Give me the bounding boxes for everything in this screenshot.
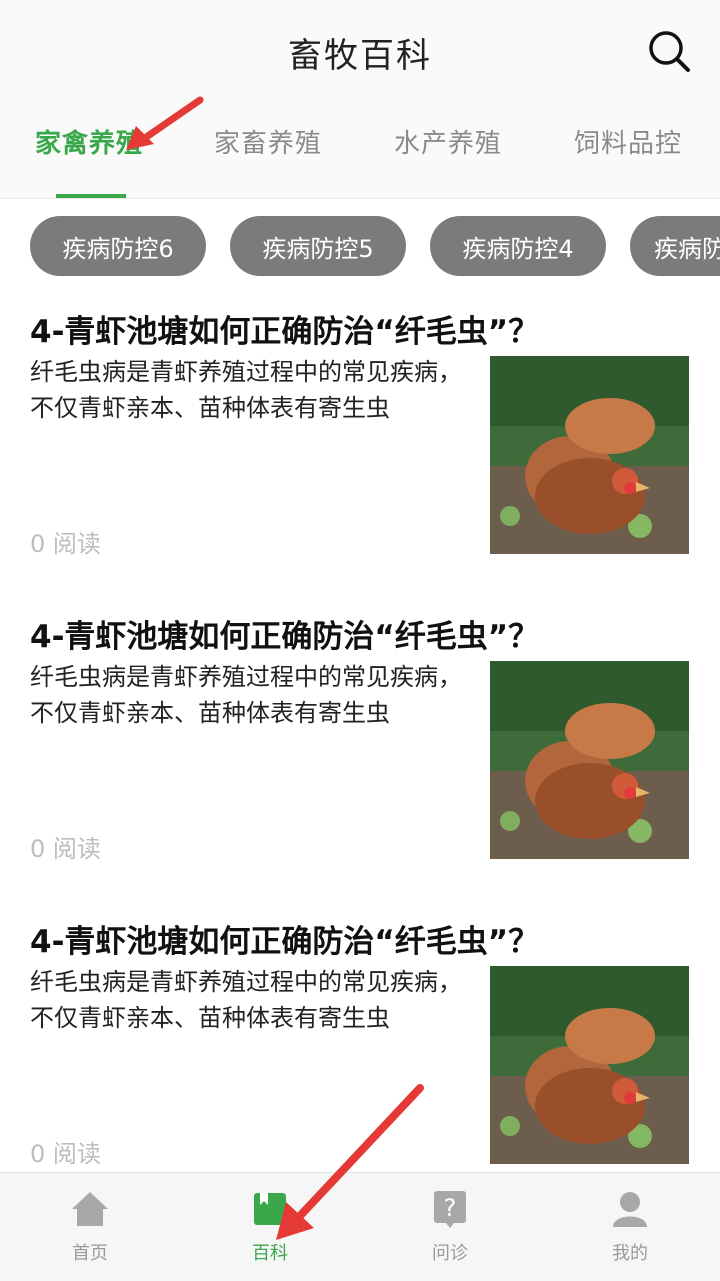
book-icon xyxy=(254,1193,286,1225)
chip-disease-partial[interactable]: 疾病防 xyxy=(630,216,720,276)
article-thumbnail[interactable] xyxy=(490,966,689,1164)
nav-home[interactable]: 首页 xyxy=(0,1173,180,1281)
read-count: 0 阅读 xyxy=(30,835,101,863)
article-title[interactable]: 4-青虾池塘如何正确防治“纤毛虫”？ xyxy=(30,611,539,656)
article-thumbnail[interactable] xyxy=(490,356,689,554)
article-summary: 纤毛虫病是青虾养殖过程中的常见疾病，不仅青虾亲本、苗种体表有寄生虫 xyxy=(30,968,462,1032)
article-card[interactable]: 4-青虾池塘如何正确防治“纤毛虫”？ 纤毛虫病是青虾养殖过程中的常见疾病，不仅青… xyxy=(0,599,720,904)
nav-encyclopedia-label: 百科 xyxy=(252,1243,288,1264)
subcategory-chips: 疾病防控6 疾病防控5 疾病防控4 疾病防 xyxy=(0,198,720,294)
chip-disease-5[interactable]: 疾病防控5 xyxy=(230,216,406,276)
article-summary: 纤毛虫病是青虾养殖过程中的常见疾病，不仅青虾亲本、苗种体表有寄生虫 xyxy=(30,358,462,422)
nav-profile-label: 我的 xyxy=(612,1243,648,1264)
chip-disease-4[interactable]: 疾病防控4 xyxy=(430,216,606,276)
category-tabs: 家禽养殖 家畜养殖 水产养殖 饲料品控 xyxy=(0,105,720,199)
article-title[interactable]: 4-青虾池塘如何正确防治“纤毛虫”？ xyxy=(30,916,539,961)
article-card[interactable]: 4-青虾池塘如何正确防治“纤毛虫”？ 纤毛虫病是青虾养殖过程中的常见疾病，不仅青… xyxy=(0,904,720,1209)
user-icon xyxy=(613,1192,647,1227)
nav-consult[interactable]: ? 问诊 xyxy=(360,1173,540,1281)
read-count: 0 阅读 xyxy=(30,530,101,558)
nav-consult-label: 问诊 xyxy=(432,1243,468,1264)
article-summary: 纤毛虫病是青虾养殖过程中的常见疾病，不仅青虾亲本、苗种体表有寄生虫 xyxy=(30,663,462,727)
search-icon[interactable] xyxy=(646,28,692,74)
nav-profile[interactable]: 我的 xyxy=(540,1173,720,1281)
tab-feed-quality[interactable]: 饲料品控 xyxy=(574,123,682,160)
tab-aquaculture[interactable]: 水产养殖 xyxy=(394,123,502,160)
article-title[interactable]: 4-青虾池塘如何正确防治“纤毛虫”？ xyxy=(30,306,539,351)
bottom-navigation: 首页 百科 ? 问诊 我的 xyxy=(0,1172,720,1281)
home-icon xyxy=(72,1192,108,1226)
read-count: 0 阅读 xyxy=(30,1140,101,1168)
question-icon: ? xyxy=(434,1191,466,1228)
svg-text:?: ? xyxy=(444,1194,457,1222)
nav-encyclopedia[interactable]: 百科 xyxy=(180,1173,360,1281)
article-card[interactable]: 4-青虾池塘如何正确防治“纤毛虫”？ 纤毛虫病是青虾养殖过程中的常见疾病，不仅青… xyxy=(0,294,720,599)
nav-home-label: 首页 xyxy=(72,1243,108,1264)
chip-disease-6[interactable]: 疾病防控6 xyxy=(30,216,206,276)
tab-poultry[interactable]: 家禽养殖 xyxy=(35,123,143,160)
article-thumbnail[interactable] xyxy=(490,661,689,859)
page-title: 畜牧百科 xyxy=(288,36,432,76)
tab-livestock[interactable]: 家畜养殖 xyxy=(214,123,322,160)
app-header: 畜牧百科 xyxy=(0,0,720,105)
